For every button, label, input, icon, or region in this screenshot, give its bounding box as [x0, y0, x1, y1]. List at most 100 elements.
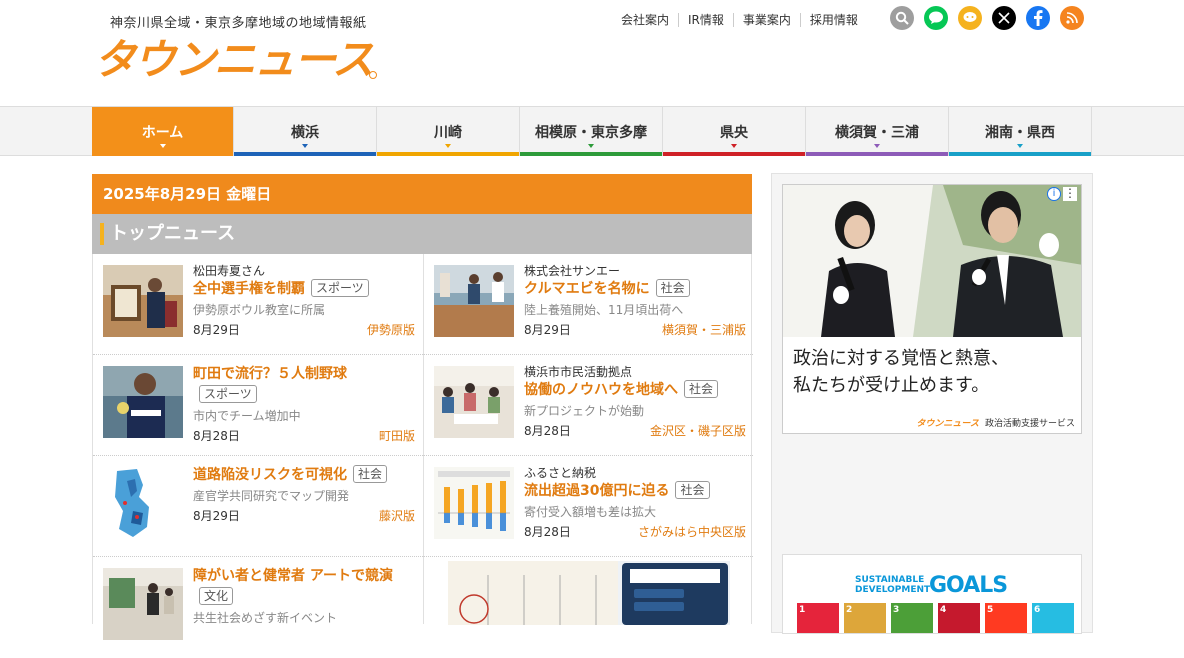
- news-card[interactable]: 町田で流行？５人制野球スポーツ 市内でチーム増加中 8月28日 町田版: [93, 355, 423, 456]
- region-nav: ホーム 横浜 川崎 相模原・東京多摩 県央 横須賀・三浦 湘南・県西: [0, 106, 1184, 156]
- news-thumbnail[interactable]: [434, 265, 514, 337]
- news-thumbnail[interactable]: [103, 568, 183, 640]
- news-thumbnail[interactable]: [448, 561, 730, 625]
- site-header: 神奈川県全域・東京多摩地域の地域情報紙 タウンニュース 会社案内 IR情報 事業…: [0, 0, 1184, 106]
- political-support-ad[interactable]: i ⋮ 政治に対する覚悟と熱意、 私たちが受け止めます。 タウンニュース 政治活…: [782, 184, 1082, 434]
- rss-icon[interactable]: [1060, 6, 1084, 30]
- link-recruit[interactable]: 採用情報: [799, 13, 867, 27]
- info-icon[interactable]: i: [1047, 187, 1061, 201]
- news-summary: 共生社会めざす新イベント: [193, 611, 338, 625]
- category-badge[interactable]: 社会: [684, 380, 719, 398]
- news-summary: 市内でチーム増加中: [193, 409, 301, 423]
- news-edition[interactable]: 伊勢原版: [367, 320, 415, 340]
- x-icon[interactable]: [992, 6, 1016, 30]
- news-date: 8月29日: [524, 323, 571, 337]
- nav-kenou[interactable]: 県央: [663, 107, 806, 156]
- nav-color-bar: [234, 152, 376, 156]
- news-summary: 産官学共同研究でマップ開発: [193, 489, 350, 503]
- news-subject: ふるさと納税: [524, 466, 597, 480]
- news-card[interactable]: 株式会社サンエー クルマエビを名物に 社会 陸上養殖開始、11月頃出荷へ 8月29…: [423, 254, 753, 355]
- nav-label: 川崎: [434, 124, 462, 141]
- nav-yokohama[interactable]: 横浜: [234, 107, 377, 156]
- news-card[interactable]: 松田寿夏さん 全中選手権を制覇 スポーツ 伊勢原ボウル教室に所属 8月29日 伊勢原…: [93, 254, 423, 355]
- news-headline[interactable]: 障がい者と健常者 アートで競演: [193, 568, 393, 584]
- chat-icon[interactable]: [958, 6, 982, 30]
- search-icon[interactable]: [890, 6, 914, 30]
- nav-home[interactable]: ホーム: [92, 107, 234, 156]
- sdgs-banner[interactable]: SUSTAINABLE DEVELOPMENT GOALS 1 2 3 4 5 …: [782, 554, 1082, 634]
- category-badge[interactable]: 社会: [655, 279, 690, 297]
- ad-logo: タウンニュース: [916, 419, 979, 429]
- ad-footer-text: 政治活動支援サービス: [984, 419, 1075, 429]
- chevron-down-icon: [159, 144, 166, 148]
- date-bar: 2025年8月29日 金曜日: [92, 174, 752, 214]
- news-headline[interactable]: 協働のノウハウを地域へ: [524, 382, 678, 398]
- section-title-top-news: トップニュース: [92, 214, 752, 254]
- chevron-down-icon: [588, 144, 594, 148]
- news-card[interactable]: 道路陥没リスクを可視化 社会 産官学共同研究でマップ開発 8月29日 藤沢版: [93, 456, 423, 557]
- line-icon[interactable]: [924, 6, 948, 30]
- nav-label: 横須賀・三浦: [835, 124, 919, 141]
- section-title: トップニュース: [110, 223, 236, 244]
- news-thumbnail[interactable]: [103, 467, 183, 539]
- news-subject: 横浜市市民活動拠点: [524, 365, 633, 379]
- news-date: 8月28日: [524, 424, 571, 438]
- nav-color-bar: [663, 152, 805, 156]
- facebook-icon[interactable]: [1026, 6, 1050, 30]
- news-card[interactable]: [423, 557, 753, 625]
- ad-copy-line: 政治に対する覚悟と熱意、: [793, 348, 1009, 369]
- news-thumbnail[interactable]: [434, 467, 514, 539]
- sdg-goals-text: GOALS: [929, 573, 1008, 598]
- news-summary: 新プロジェクトが始動: [524, 404, 645, 418]
- news-edition[interactable]: 町田版: [379, 426, 415, 446]
- news-subject: 株式会社サンエー: [524, 264, 621, 278]
- chevron-down-icon: [302, 144, 308, 148]
- ad-photo: [783, 185, 1081, 337]
- news-card[interactable]: ふるさと納税 流出超過30億円に迫る 社会 寄付受入額増も差は拡大 8月28日 さが…: [423, 456, 753, 557]
- link-business[interactable]: 事業案内: [732, 13, 800, 27]
- category-badge[interactable]: スポーツ: [199, 385, 257, 403]
- news-headline[interactable]: 全中選手権を制覇: [193, 281, 305, 297]
- townnews-logo[interactable]: タウンニュース: [92, 34, 382, 82]
- news-thumbnail[interactable]: [103, 265, 183, 337]
- logo-text: タウンニュース: [94, 36, 374, 82]
- site-tagline: 神奈川県全域・東京多摩地域の地域情報紙: [110, 16, 367, 31]
- news-thumbnail[interactable]: [103, 366, 183, 438]
- news-headline[interactable]: 道路陥没リスクを可視化: [193, 467, 347, 483]
- news-summary: 寄付受入額増も差は拡大: [524, 505, 657, 519]
- news-card[interactable]: 障がい者と健常者 アートで競演文化 共生社会めざす新イベント: [93, 557, 423, 658]
- chevron-down-icon: [874, 144, 880, 148]
- news-edition[interactable]: 藤沢版: [379, 506, 415, 526]
- news-edition[interactable]: 横須賀・三浦版: [662, 320, 746, 340]
- sdg-tile: 2: [844, 603, 886, 633]
- link-ir[interactable]: IR情報: [678, 13, 733, 27]
- news-edition[interactable]: さがみはら中央区版: [638, 522, 746, 542]
- nav-yokosuka-miura[interactable]: 横須賀・三浦: [806, 107, 949, 156]
- nav-color-bar: [806, 152, 948, 156]
- sdg-tile: 4: [938, 603, 980, 633]
- news-subject: 松田寿夏さん: [193, 264, 266, 278]
- nav-sagamihara-tama[interactable]: 相模原・東京多摩: [520, 107, 663, 156]
- nav-shonan-kensei[interactable]: 湘南・県西: [949, 107, 1092, 156]
- nav-kawasaki[interactable]: 川崎: [377, 107, 520, 156]
- nav-label: 相模原・東京多摩: [535, 124, 647, 141]
- news-edition[interactable]: 金沢区・磯子区版: [650, 421, 746, 441]
- header-links: 会社案内 IR情報 事業案内 採用情報: [612, 10, 867, 30]
- category-badge[interactable]: 文化: [199, 587, 234, 605]
- sidebar: i ⋮ 政治に対する覚悟と熱意、 私たちが受け止めます。 タウンニュース 政治活…: [771, 173, 1093, 634]
- sdg-title: SUSTAINABLE DEVELOPMENT: [855, 575, 930, 595]
- category-badge[interactable]: スポーツ: [311, 279, 369, 297]
- category-badge[interactable]: 社会: [675, 481, 710, 499]
- news-thumbnail[interactable]: [434, 366, 514, 438]
- news-date: 8月28日: [193, 429, 240, 443]
- news-card[interactable]: 横浜市市民活動拠点 協働のノウハウを地域へ 社会 新プロジェクトが始動 8月28日…: [423, 355, 753, 456]
- news-headline[interactable]: 流出超過30億円に迫る: [524, 483, 669, 499]
- news-headline[interactable]: 町田で流行？５人制野球: [193, 366, 347, 382]
- news-headline[interactable]: クルマエビを名物に: [524, 281, 650, 297]
- link-company[interactable]: 会社案内: [612, 13, 678, 27]
- more-icon[interactable]: ⋮: [1063, 187, 1077, 201]
- top-news-grid: 松田寿夏さん 全中選手権を制覇 スポーツ 伊勢原ボウル教室に所属 8月29日 伊勢原…: [92, 254, 753, 640]
- nav-color-bar: [949, 152, 1091, 156]
- news-date: 8月29日: [193, 509, 240, 523]
- category-badge[interactable]: 社会: [353, 465, 388, 483]
